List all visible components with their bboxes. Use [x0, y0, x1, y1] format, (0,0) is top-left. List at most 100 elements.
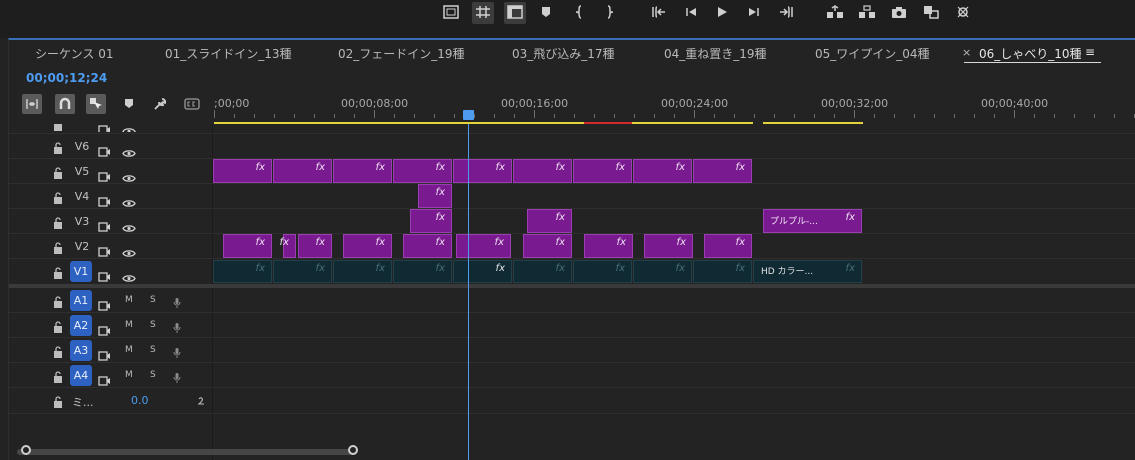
- video-clip[interactable]: fx: [280, 234, 296, 258]
- mute-button[interactable]: M: [125, 345, 133, 355]
- video-clip[interactable]: プルプル-... fx: [763, 209, 862, 233]
- lock-icon[interactable]: [53, 124, 63, 131]
- video-clip[interactable]: fx: [333, 260, 392, 283]
- mix-keyframe-icon[interactable]: [197, 395, 207, 407]
- lock-icon[interactable]: [53, 265, 63, 279]
- eye-icon[interactable]: [122, 168, 136, 182]
- lock-icon[interactable]: [53, 140, 63, 154]
- video-clip[interactable]: fx: [527, 209, 572, 233]
- linked-selection-icon[interactable]: [86, 94, 106, 114]
- solo-button[interactable]: S: [150, 370, 156, 380]
- tab-close-icon[interactable]: ×: [962, 46, 971, 59]
- video-clip[interactable]: fx: [704, 234, 752, 258]
- video-clip[interactable]: fx: [513, 159, 572, 183]
- go-to-out-icon[interactable]: [775, 2, 797, 24]
- mute-button[interactable]: M: [125, 370, 133, 380]
- video-clip[interactable]: fx: [644, 234, 693, 258]
- video-track-name[interactable]: V4: [73, 190, 91, 203]
- video-clip[interactable]: fx: [333, 159, 392, 183]
- go-to-in-icon[interactable]: [648, 2, 670, 24]
- extract-icon[interactable]: [856, 2, 878, 24]
- microphone-icon[interactable]: [173, 319, 181, 333]
- tab-sequence-01[interactable]: シーケンス 01: [35, 45, 114, 62]
- video-clip[interactable]: fx: [453, 159, 512, 183]
- video-clip[interactable]: fx: [410, 209, 452, 233]
- mute-button[interactable]: M: [125, 295, 133, 305]
- playhead-handle[interactable]: [463, 110, 474, 120]
- eye-icon[interactable]: [122, 143, 136, 157]
- scroll-handle-right[interactable]: [348, 445, 358, 455]
- marker-icon[interactable]: [535, 2, 557, 24]
- lock-icon[interactable]: [53, 294, 63, 308]
- mute-button[interactable]: M: [125, 320, 133, 330]
- eye-icon[interactable]: [122, 218, 136, 232]
- film-icon[interactable]: [98, 167, 111, 182]
- solo-button[interactable]: S: [150, 345, 156, 355]
- lift-icon[interactable]: [824, 2, 846, 24]
- sync-lock-icon[interactable]: [98, 296, 111, 311]
- add-marker-icon[interactable]: [119, 94, 139, 114]
- video-clip[interactable]: fx: [213, 159, 272, 183]
- mix-volume-value[interactable]: 0.0: [131, 394, 149, 407]
- play-icon[interactable]: [711, 2, 733, 24]
- audio-track-name[interactable]: A2: [70, 315, 92, 336]
- time-ruler[interactable]: ;00;00 00;00;08;00 00;00;16;00 00;00;24;…: [213, 94, 1135, 124]
- video-clip[interactable]: fx: [418, 184, 452, 208]
- video-clip[interactable]: fx: [403, 234, 452, 258]
- tab-04-overlay[interactable]: 04_重ね置き_19種: [664, 45, 767, 62]
- lock-icon[interactable]: [53, 215, 63, 229]
- audio-track-name[interactable]: A1: [70, 290, 92, 311]
- film-icon[interactable]: [98, 242, 111, 257]
- settings-icon[interactable]: [952, 2, 974, 24]
- video-clip[interactable]: fx: [453, 260, 512, 283]
- lock-icon[interactable]: [53, 344, 63, 358]
- film-icon[interactable]: [98, 192, 111, 207]
- video-track-name[interactable]: V2: [73, 240, 91, 253]
- audio-track-name[interactable]: A4: [70, 365, 92, 386]
- video-clip[interactable]: fx: [223, 234, 272, 258]
- safe-margins-icon[interactable]: [440, 2, 462, 24]
- video-clip[interactable]: fx: [343, 234, 392, 258]
- microphone-icon[interactable]: [173, 369, 181, 383]
- playhead-timecode[interactable]: 00;00;12;24: [26, 71, 107, 85]
- microphone-icon[interactable]: [173, 344, 181, 358]
- audio-track-name[interactable]: A3: [70, 340, 92, 361]
- eye-icon[interactable]: [122, 243, 136, 257]
- solo-button[interactable]: S: [150, 295, 156, 305]
- video-track-name[interactable]: V3: [73, 215, 91, 228]
- film-icon[interactable]: [98, 267, 111, 282]
- horizontal-scrollbar[interactable]: [17, 449, 357, 455]
- overlay-icon[interactable]: [504, 2, 526, 24]
- tab-01-slide-in[interactable]: 01_スライドイン_13種: [165, 45, 292, 62]
- tab-02-fade-in[interactable]: 02_フェードイン_19種: [338, 45, 465, 62]
- video-clip[interactable]: fx: [213, 260, 272, 283]
- export-frame-icon[interactable]: [888, 2, 910, 24]
- video-clip[interactable]: fx: [273, 260, 332, 283]
- lock-icon[interactable]: [53, 395, 63, 409]
- video-track-name[interactable]: V6: [73, 140, 91, 153]
- insert-nest-icon[interactable]: [22, 94, 42, 114]
- video-clip[interactable]: fx: [584, 234, 633, 258]
- lock-icon[interactable]: [53, 165, 63, 179]
- snap-icon[interactable]: [55, 94, 75, 114]
- scroll-handle-left[interactable]: [21, 445, 31, 455]
- film-icon[interactable]: [98, 124, 111, 132]
- video-clip[interactable]: HD カラー... fx: [753, 260, 862, 283]
- lock-icon[interactable]: [53, 369, 63, 383]
- video-clip[interactable]: fx: [298, 234, 332, 258]
- mark-in-icon[interactable]: [569, 2, 591, 24]
- video-track-name[interactable]: V1: [70, 261, 92, 282]
- video-clip[interactable]: fx: [523, 234, 572, 258]
- video-clip[interactable]: fx: [693, 260, 752, 283]
- lock-icon[interactable]: [53, 319, 63, 333]
- wrench-icon[interactable]: [150, 94, 170, 114]
- video-clip[interactable]: fx: [633, 260, 692, 283]
- film-icon[interactable]: [98, 217, 111, 232]
- lock-icon[interactable]: [53, 190, 63, 204]
- video-clip[interactable]: fx: [573, 260, 632, 283]
- video-clip[interactable]: fx: [273, 159, 332, 183]
- comparison-view-icon[interactable]: [920, 2, 942, 24]
- tab-menu-icon[interactable]: ≡: [1085, 45, 1095, 59]
- lock-icon[interactable]: [53, 240, 63, 254]
- step-back-icon[interactable]: [680, 2, 702, 24]
